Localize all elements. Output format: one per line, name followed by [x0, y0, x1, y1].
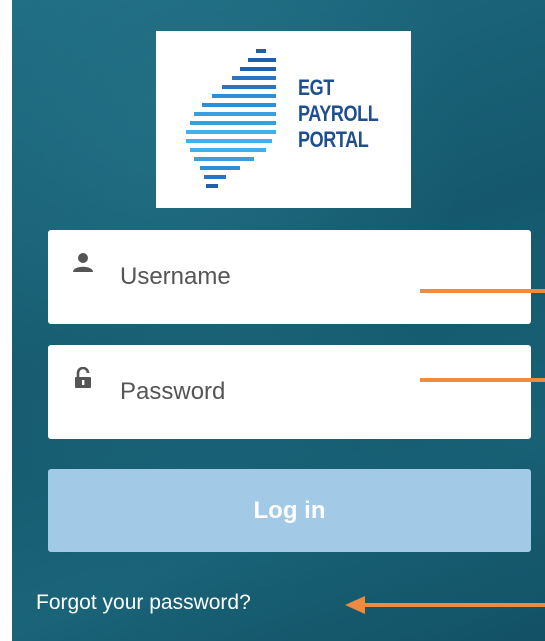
- annotation-arrow-password: [420, 378, 545, 382]
- password-field[interactable]: [48, 345, 531, 439]
- lock-icon: [75, 367, 91, 388]
- logo-line-egt: EGT: [298, 75, 334, 100]
- forgot-password-link[interactable]: Forgot your password?: [36, 591, 251, 615]
- logo-line-payroll: PAYROLL: [298, 101, 379, 126]
- annotation-arrow-forgot: [345, 596, 545, 614]
- person-icon: [73, 253, 93, 272]
- annotation-arrow-username: [420, 289, 545, 293]
- logo-mark-icon: [186, 49, 276, 188]
- logo: EGT PAYROLL PORTAL: [156, 31, 411, 208]
- login-panel: EGT PAYROLL PORTAL Log in: [12, 0, 545, 641]
- logo-line-portal: PORTAL: [298, 127, 369, 152]
- username-field[interactable]: [48, 230, 531, 324]
- login-button[interactable]: Log in: [48, 469, 531, 552]
- logo-text: EGT PAYROLL PORTAL: [298, 75, 379, 153]
